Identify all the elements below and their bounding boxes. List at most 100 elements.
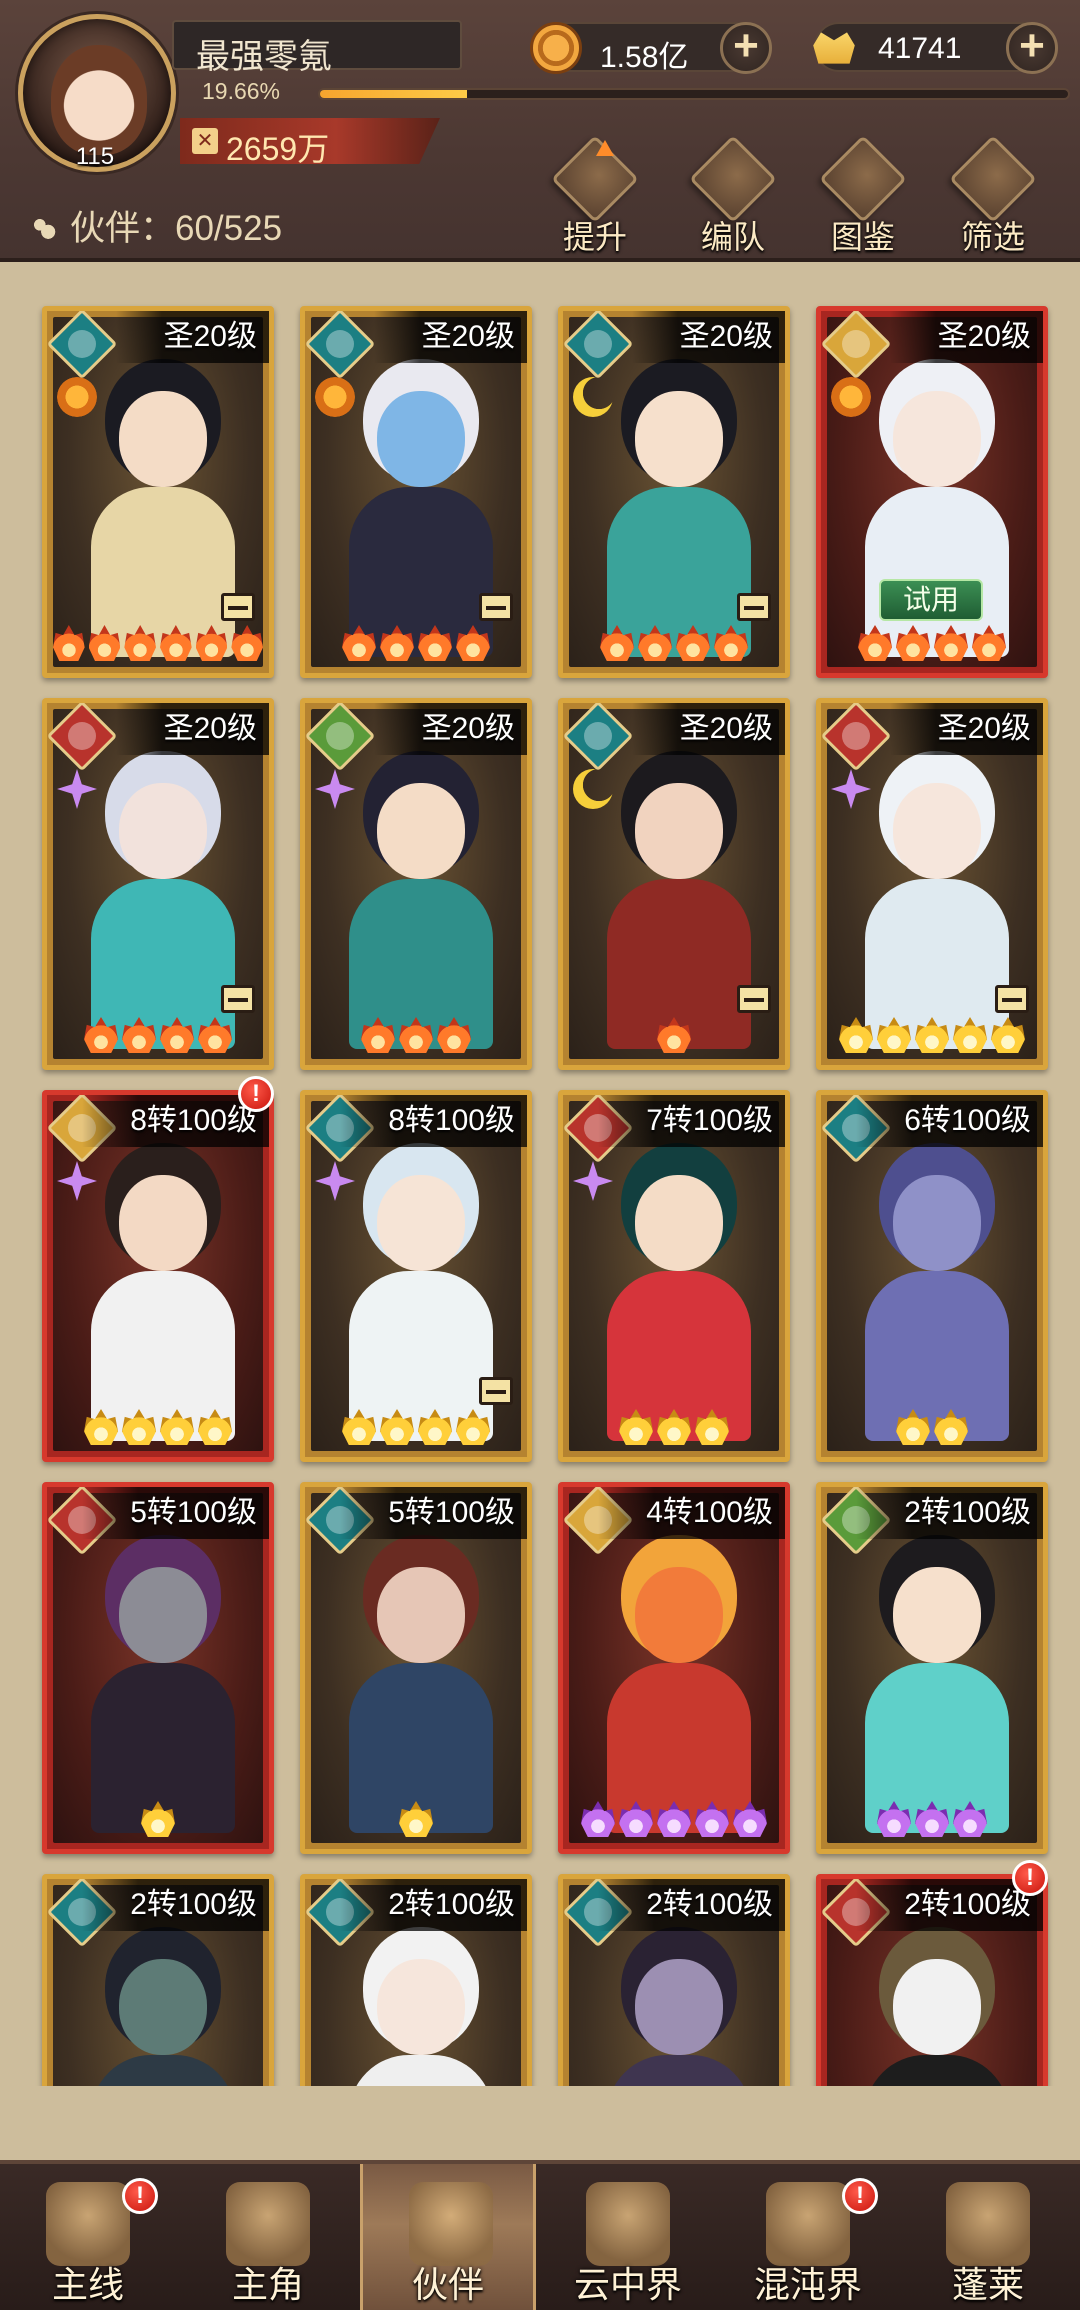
flame-star-icon	[380, 1409, 414, 1445]
star-rank	[53, 1801, 263, 1841]
partner-card[interactable]: 2转100级	[816, 1482, 1048, 1854]
partner-card[interactable]: 5转100级	[300, 1482, 532, 1854]
faction-emblem-icon	[842, 330, 870, 358]
star-rank	[569, 1409, 779, 1449]
partner-card[interactable]: 圣20级	[816, 698, 1048, 1070]
partner-card[interactable]: 2转100级	[816, 1874, 1048, 2086]
partner-card[interactable]: 圣20级	[300, 698, 532, 1070]
partner-level: 2转100级	[598, 1879, 785, 1931]
flame-star-icon	[198, 1409, 232, 1445]
flame-star-icon	[858, 625, 892, 661]
star-rank	[827, 625, 1037, 665]
sun-badge-icon	[315, 377, 355, 417]
partner-card[interactable]: 圣20级	[558, 306, 790, 678]
nav-tab-label: 伙伴	[411, 2264, 484, 2305]
partner-card[interactable]: 8转100级	[42, 1090, 274, 1462]
nav-tab-icon	[946, 2182, 1030, 2266]
flame-star-icon	[915, 1017, 949, 1053]
partner-card[interactable]: 4转100级	[558, 1482, 790, 1854]
add-copper-button[interactable]: +	[720, 22, 772, 74]
star-rank	[569, 1017, 779, 1057]
nav-tab-5[interactable]: 蓬莱	[900, 2164, 1076, 2310]
partner-card[interactable]: 圣20级 试用	[816, 306, 1048, 678]
copper-coin-icon	[530, 22, 582, 74]
flame-star-icon	[380, 625, 414, 661]
player-level: 115	[75, 143, 115, 170]
flame-star-icon	[418, 1409, 452, 1445]
partner-figure	[83, 377, 243, 657]
flame-star-icon	[619, 1409, 653, 1445]
alert-badge-icon: !	[122, 2178, 158, 2214]
alert-badge-icon: !	[842, 2178, 878, 2214]
flame-star-icon	[676, 625, 710, 661]
flame-star-icon	[399, 1017, 433, 1053]
upgrade-button[interactable]: 提升	[540, 135, 650, 255]
partner-level: 5转100级	[82, 1487, 269, 1539]
nav-tab-label: 蓬莱	[951, 2264, 1024, 2305]
flame-star-icon	[160, 1017, 194, 1053]
sun-badge-icon	[57, 377, 97, 417]
flame-star-icon	[991, 1017, 1025, 1053]
flame-star-icon	[934, 625, 968, 661]
partner-figure	[83, 1161, 243, 1441]
partner-figure	[599, 769, 759, 1049]
codex-button[interactable]: 图鉴	[808, 135, 918, 255]
flame-star-icon	[361, 1017, 395, 1053]
partner-figure	[341, 377, 501, 657]
nav-tab-label: 主线	[51, 2264, 124, 2305]
partner-card[interactable]: 8转100级	[300, 1090, 532, 1462]
flame-star-icon	[915, 1801, 949, 1837]
flame-star-icon	[160, 625, 192, 661]
nav-tab-4[interactable]: 混沌界!	[720, 2164, 896, 2310]
partner-figure	[341, 1945, 501, 2086]
flame-star-icon	[198, 1017, 232, 1053]
star-rank	[311, 1409, 521, 1449]
partner-card[interactable]: 圣20级	[42, 306, 274, 678]
nav-tab-1[interactable]: 主角	[180, 2164, 356, 2310]
partner-figure	[857, 769, 1017, 1049]
upgrade-arrow-icon	[596, 140, 614, 156]
flame-star-icon	[124, 625, 156, 661]
partner-card[interactable]: 7转100级	[558, 1090, 790, 1462]
partner-level: 8转100级	[340, 1095, 527, 1147]
flame-star-icon	[231, 625, 264, 661]
flame-star-icon	[877, 1801, 911, 1837]
star-rank	[53, 1409, 263, 1449]
filter-icon	[949, 135, 1037, 223]
add-gold-button[interactable]: +	[1006, 22, 1058, 74]
player-name-bar: 最强零氪	[172, 20, 462, 76]
partner-card[interactable]: 2转100级	[558, 1874, 790, 2086]
partner-level: 2转100级	[856, 1487, 1043, 1539]
partner-card[interactable]: 圣20级	[558, 698, 790, 1070]
partner-card[interactable]: 5转100级	[42, 1482, 274, 1854]
formation-button[interactable]: 编队	[678, 135, 788, 255]
partner-card[interactable]: 2转100级	[42, 1874, 274, 2086]
partner-level: 圣20级	[115, 703, 269, 755]
partner-figure	[599, 1161, 759, 1441]
equipment-icon	[737, 593, 771, 621]
formation-flag-icon	[689, 135, 777, 223]
flame-star-icon	[160, 1409, 194, 1445]
partner-figure	[341, 1553, 501, 1833]
partner-figure	[857, 1161, 1017, 1441]
partner-card[interactable]: 圣20级	[42, 698, 274, 1070]
flame-star-icon	[195, 625, 228, 661]
partner-figure	[857, 1553, 1017, 1833]
filter-button[interactable]: 筛选	[938, 135, 1048, 255]
partner-card[interactable]: 2转100级	[300, 1874, 532, 2086]
partner-card[interactable]: 6转100级	[816, 1090, 1048, 1462]
partner-level: 圣20级	[115, 311, 269, 363]
partner-figure	[857, 1945, 1017, 2086]
star-rank	[311, 625, 521, 665]
nav-tab-2[interactable]: 伙伴	[360, 2164, 536, 2310]
partner-level: 6转100级	[856, 1095, 1043, 1147]
filter-label: 筛选	[960, 219, 1025, 255]
partner-card[interactable]: 圣20级	[300, 306, 532, 678]
star-rank	[827, 1801, 1037, 1841]
nav-tab-0[interactable]: 主线!	[0, 2164, 176, 2310]
nav-tab-3[interactable]: 云中界	[540, 2164, 716, 2310]
partner-level: 圣20级	[631, 703, 785, 755]
faction-emblem-icon	[68, 722, 96, 750]
equipment-icon	[479, 1377, 513, 1405]
partner-level: 圣20级	[889, 311, 1043, 363]
